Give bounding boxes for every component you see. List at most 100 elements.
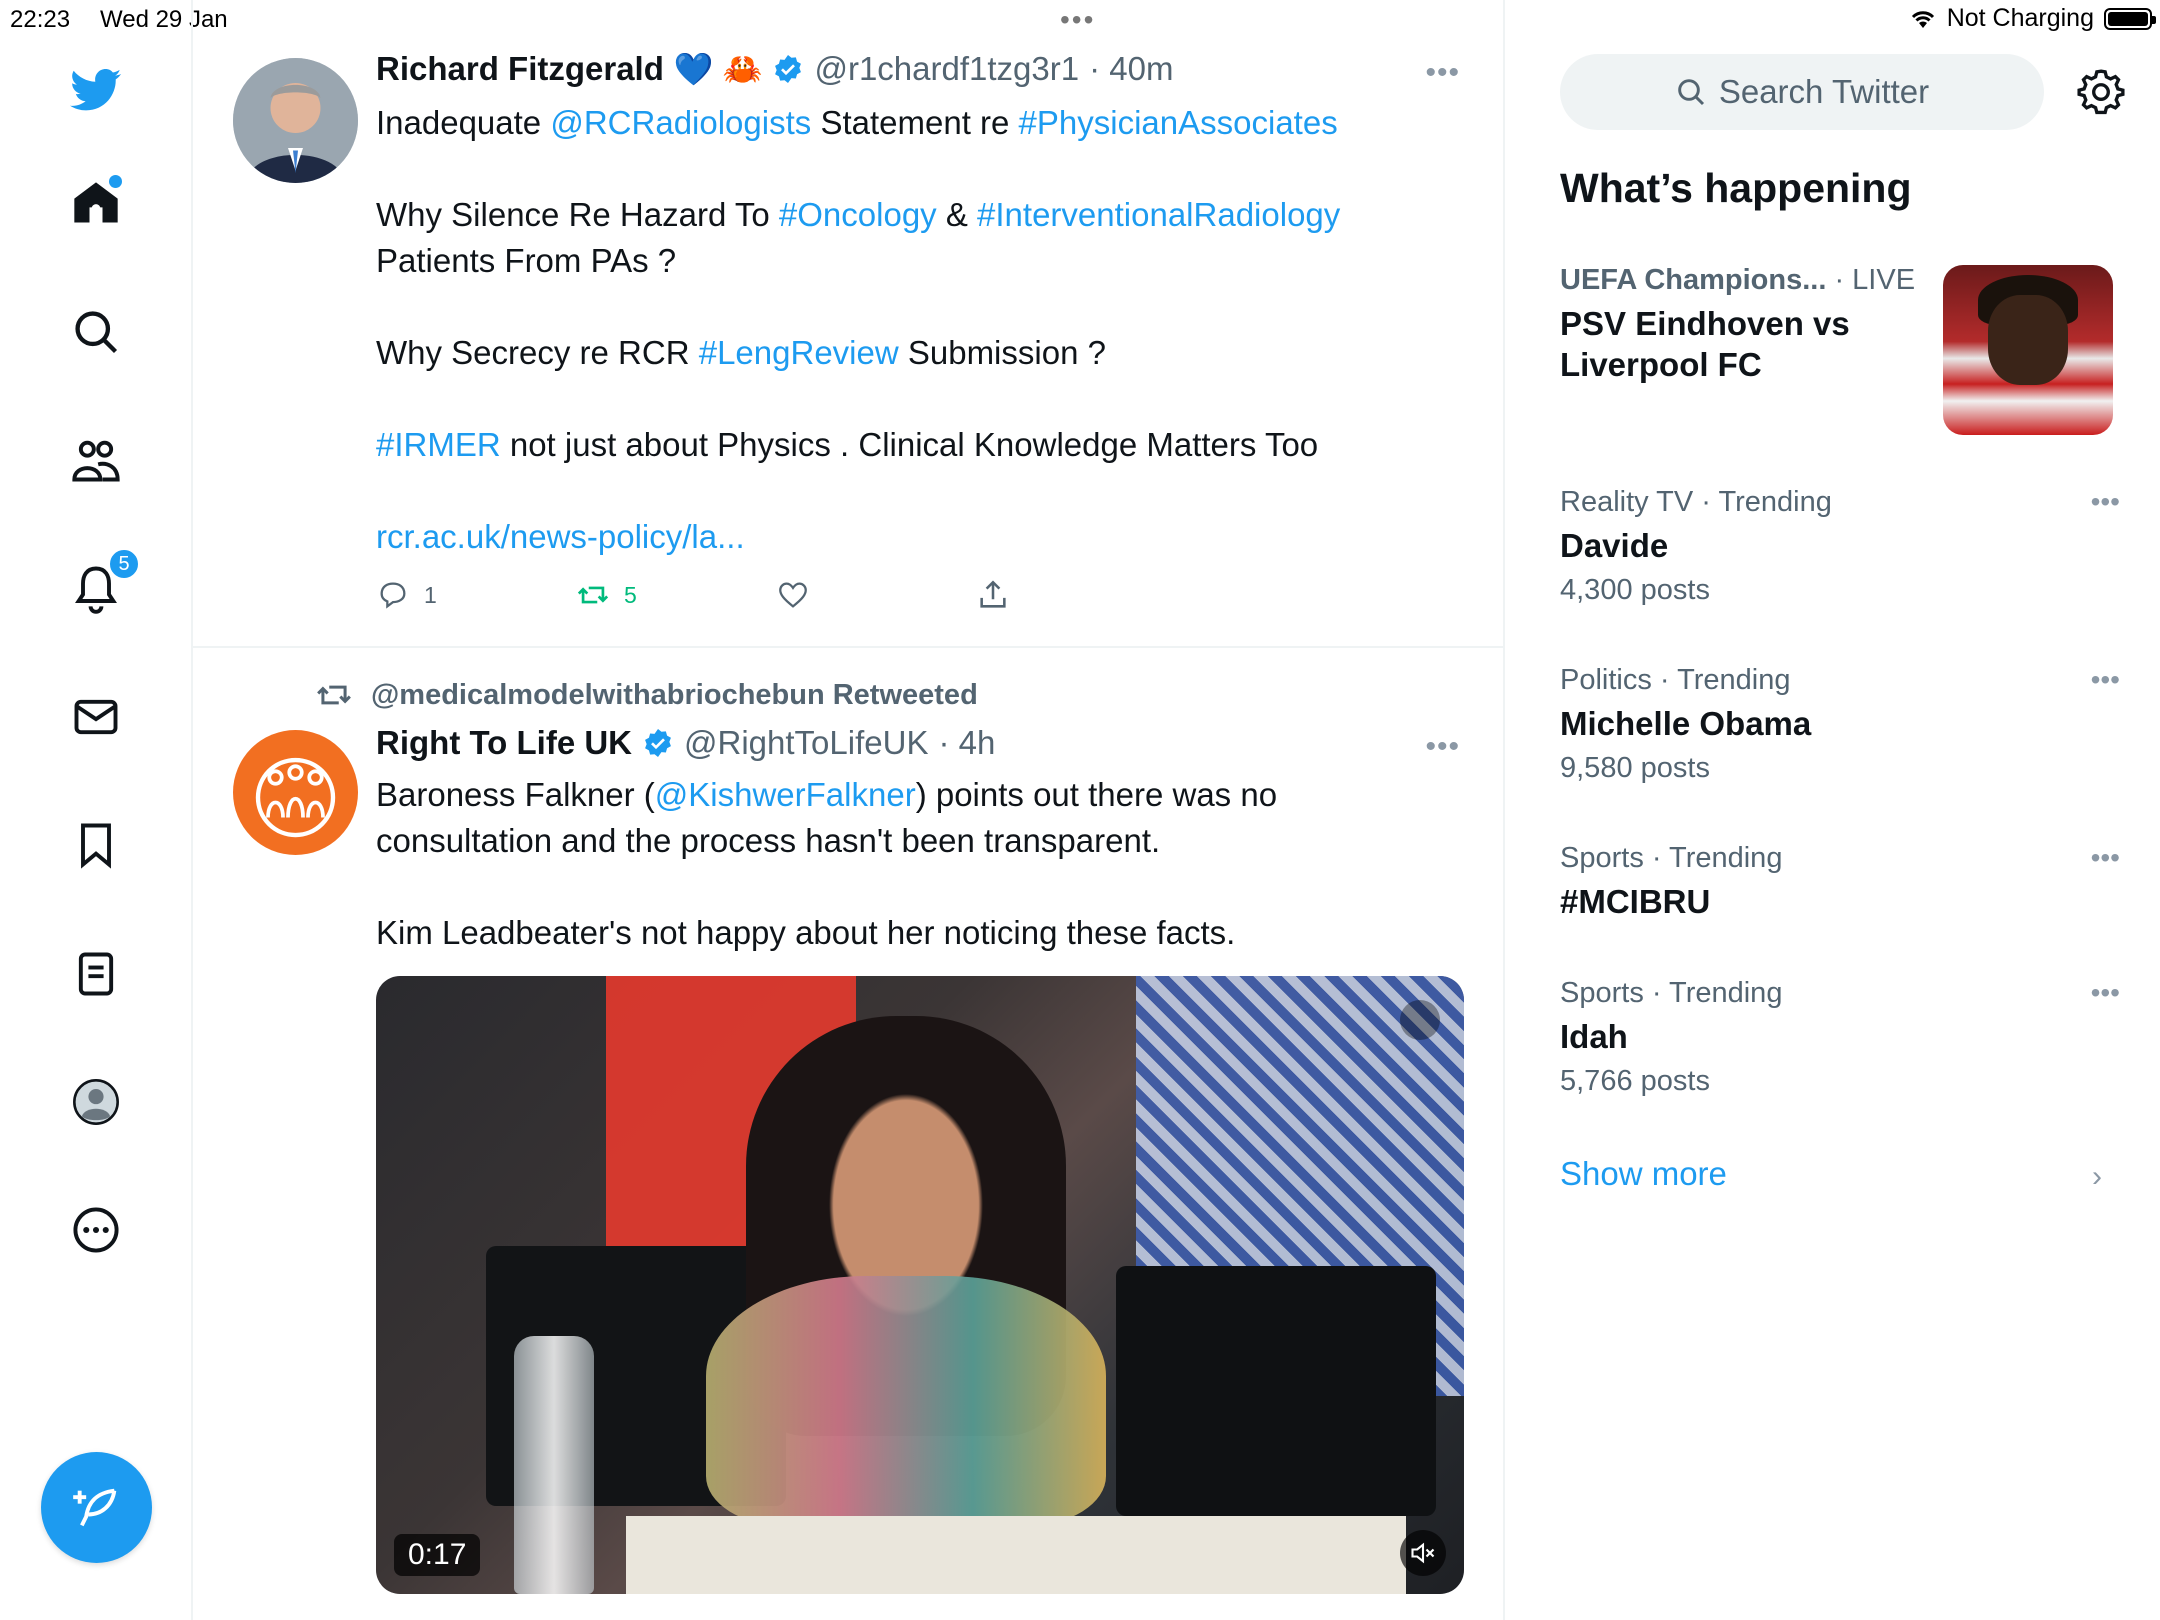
trend-title: Idah [1560, 1018, 1628, 1055]
new-posts-dot [109, 175, 122, 188]
trend-more-icon[interactable]: ••• [2091, 977, 2120, 1009]
bookmarks-tab[interactable] [56, 805, 136, 885]
avatar-portrait [233, 58, 358, 183]
text: Statement re [811, 104, 1019, 141]
tweet-time[interactable]: · 40m [1089, 50, 1173, 88]
whats-happening-title: What’s happening [1560, 165, 1912, 211]
text: Why Silence Re Hazard To [376, 196, 779, 233]
trend-item[interactable]: Sports · Trending #MCIBRU ••• [1560, 842, 2120, 922]
heart-icon [779, 582, 807, 608]
trend-title: Michelle Obama [1560, 705, 1812, 742]
hashtag-link[interactable]: #InterventionalRadiology [977, 196, 1340, 233]
author-handle[interactable]: @r1chardf1tzg3r1 [814, 50, 1079, 88]
trend-more-icon[interactable]: ••• [2091, 842, 2120, 874]
tweet-actions: 1 5 [376, 578, 1076, 618]
search-placeholder: Search Twitter [1718, 73, 1930, 110]
lists-tab[interactable] [56, 934, 136, 1014]
trend-item[interactable]: Sports · Trending Idah 5,766 posts ••• [1560, 977, 2120, 1098]
avatar[interactable] [233, 730, 358, 855]
like-button[interactable] [776, 578, 824, 612]
search-input[interactable]: Search Twitter [1560, 54, 2044, 130]
tweet-line: Why Secrecy re RCR #LengReview Submissio… [376, 330, 1340, 376]
share-icon [980, 580, 1006, 608]
trend-meta: Reality TV · Trending [1560, 486, 1832, 518]
explore-tab[interactable] [56, 292, 136, 372]
trend-meta: Politics · Trending [1560, 664, 1791, 696]
author-emoji: 💙 🦀 [673, 51, 763, 87]
tweet-text: Inadequate @RCRadiologists Statement re … [376, 100, 1340, 560]
trend-meta: Sports · Trending [1560, 842, 1783, 874]
battery-icon [2104, 7, 2156, 30]
bookmark-icon [81, 823, 111, 869]
reply-button[interactable]: 1 [376, 578, 437, 612]
charging-status: Not Charging [1946, 4, 2094, 32]
author-handle[interactable]: @RightToLifeUK [684, 724, 928, 762]
messages-tab[interactable] [56, 677, 136, 757]
thumbnail-shape [1988, 295, 2068, 385]
share-button[interactable] [976, 578, 1010, 612]
trend-count: 4,300 posts [1560, 574, 1710, 606]
tweet-richard-fitzgerald[interactable]: Richard Fitzgerald 💙 🦀 @r1chardf1tzg3r1 … [193, 0, 1503, 646]
retweet-icon [577, 586, 609, 604]
tweet-more-icon[interactable]: ••• [1425, 56, 1460, 90]
status-indicators: Not Charging [1909, 4, 2156, 33]
trend-thumbnail[interactable] [1943, 265, 2113, 435]
avatar[interactable] [233, 58, 358, 183]
trend-item[interactable]: Reality TV · Trending Davide 4,300 posts… [1560, 486, 2120, 607]
tweet-video[interactable]: 0:17 [376, 976, 1464, 1594]
retweet-icon [317, 685, 351, 705]
video-scene-shape [706, 1276, 1106, 1526]
hashtag-link[interactable]: #PhysicianAssociates [1019, 104, 1338, 141]
hashtag-link[interactable]: #LengReview [699, 334, 899, 371]
compose-tweet-button[interactable] [41, 1452, 152, 1563]
hashtag-link[interactable]: #IRMER [376, 426, 501, 463]
tweet-line: Patients From PAs ? [376, 242, 677, 279]
tweet-more-icon[interactable]: ••• [1425, 730, 1460, 764]
trend-more-icon[interactable]: ••• [2091, 486, 2120, 518]
settings-gear-icon[interactable] [2076, 66, 2126, 116]
text: Submission ? [898, 334, 1106, 371]
mention-link[interactable]: @RCRadiologists [550, 104, 811, 141]
mute-button[interactable] [1400, 1530, 1446, 1576]
trend-title: PSV Eindhoven vs Liverpool FC [1560, 305, 1850, 383]
wifi-icon [1911, 10, 1934, 28]
tweet-header: Richard Fitzgerald 💙 🦀 @r1chardf1tzg3r1 … [376, 50, 1173, 88]
reply-icon [380, 582, 406, 609]
tweet-time[interactable]: · 4h [938, 724, 995, 762]
more-circle-icon [73, 1207, 119, 1253]
show-more-link[interactable]: Show more [1560, 1155, 1727, 1193]
mention-link[interactable]: @KishwerFalkner [655, 776, 916, 813]
tweet-line: rcr.ac.uk/news-policy/la... [376, 514, 1340, 560]
notifications-tab[interactable]: 5 [56, 548, 140, 628]
hashtag-link[interactable]: #Oncology [779, 196, 937, 233]
trend-more-icon[interactable]: ••• [2091, 664, 2120, 696]
author-name[interactable]: Right To Life UK [376, 724, 632, 762]
profile-tab[interactable] [56, 1062, 136, 1142]
lists-icon [78, 952, 114, 996]
tweet-line: Kim Leadbeater's not happy about her not… [376, 914, 1236, 951]
profile-avatar-icon [73, 1079, 119, 1125]
speaker-muted-icon [1411, 1542, 1435, 1564]
compose-feather-icon [72, 1488, 116, 1526]
url-link[interactable]: rcr.ac.uk/news-policy/la... [376, 518, 745, 555]
twitter-bird-icon [70, 68, 122, 111]
more-tab[interactable] [56, 1190, 136, 1270]
video-scene-shape [626, 1516, 1406, 1594]
trend-item[interactable]: Politics · Trending Michelle Obama 9,580… [1560, 664, 2120, 785]
verified-badge-icon [645, 729, 671, 757]
twitter-logo[interactable] [56, 50, 136, 130]
video-timestamp: 0:17 [394, 1534, 481, 1576]
tweet-line: Baroness Falkner (@KishwerFalkner) point… [376, 772, 1277, 818]
home-tab[interactable] [56, 163, 136, 243]
communities-tab[interactable] [56, 420, 136, 500]
retweet-button[interactable]: 5 [576, 578, 637, 612]
trend-category: UEFA Champions... [1560, 264, 1827, 296]
text: ) points out there was no [915, 776, 1278, 813]
retweeted-by[interactable]: @medicalmodelwithabriochebun Retweeted [315, 676, 978, 714]
tweet-text: Baroness Falkner (@KishwerFalkner) point… [376, 772, 1277, 956]
mail-icon [74, 699, 118, 735]
captions-icon[interactable] [1400, 1000, 1440, 1040]
tweet-line: Inadequate @RCRadiologists Statement re … [376, 100, 1340, 146]
timeline: Richard Fitzgerald 💙 🦀 @r1chardf1tzg3r1 … [193, 0, 1505, 1620]
author-name[interactable]: Richard Fitzgerald [376, 50, 664, 88]
